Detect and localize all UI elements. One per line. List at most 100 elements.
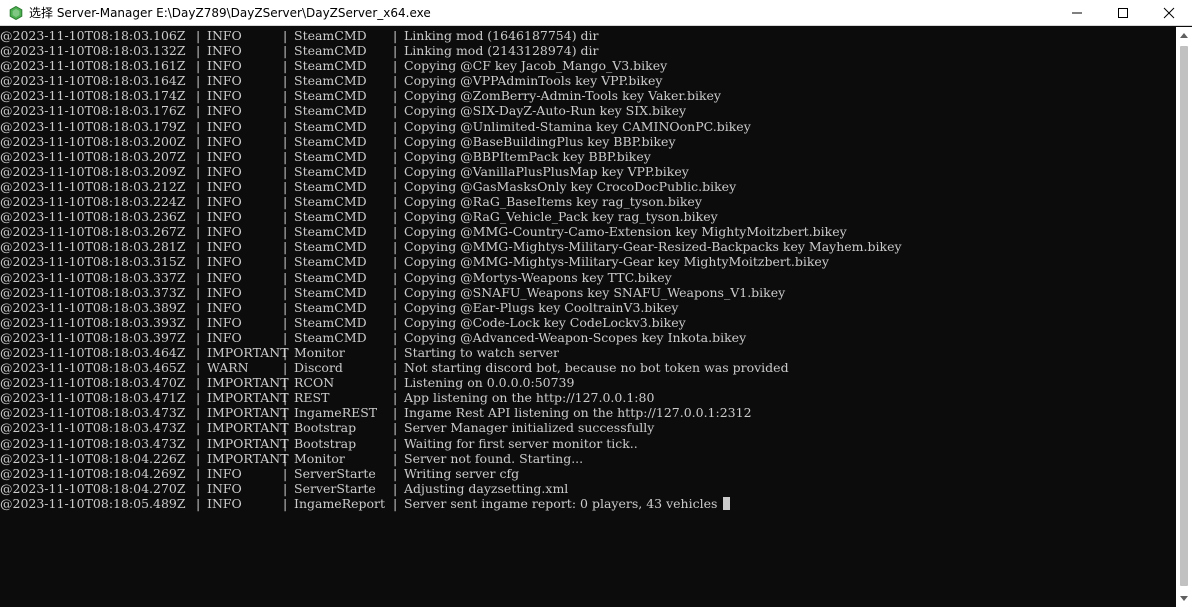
close-button[interactable] xyxy=(1146,0,1192,26)
column-separator: | xyxy=(393,344,398,360)
column-separator: | xyxy=(196,43,201,59)
column-separator: | xyxy=(283,284,288,300)
log-line: @2023-11-10T08:18:03.465Z | WARN | Discord | N… xyxy=(0,360,1176,375)
column-separator: | xyxy=(196,209,201,225)
log-message: Copying @Code-Lock key CodeLockv3.bikey xyxy=(404,314,686,330)
log-timestamp: @2023-11-10T08:18:03.315Z xyxy=(0,254,186,270)
log-level: INFO xyxy=(207,284,242,300)
log-line: @2023-11-10T08:18:03.174Z | INFO | SteamCMD |… xyxy=(0,88,1176,103)
column-separator: | xyxy=(283,465,288,481)
column-separator: | xyxy=(196,163,201,179)
column-separator: | xyxy=(196,314,201,330)
log-timestamp: @2023-11-10T08:18:03.179Z xyxy=(0,118,186,134)
column-separator: | xyxy=(393,329,398,345)
log-timestamp: @2023-11-10T08:18:03.464Z xyxy=(0,344,186,360)
log-source: ServerStarte xyxy=(294,465,376,481)
log-timestamp: @2023-11-10T08:18:03.473Z xyxy=(0,420,186,436)
column-separator: | xyxy=(196,450,201,466)
log-timestamp: @2023-11-10T08:18:03.471Z xyxy=(0,390,186,406)
log-message: Server Manager initialized successfully xyxy=(404,420,655,436)
column-separator: | xyxy=(393,178,398,194)
column-separator: | xyxy=(393,133,398,149)
column-separator: | xyxy=(283,495,288,511)
log-timestamp: @2023-11-10T08:18:03.267Z xyxy=(0,224,186,240)
log-message: Copying @GasMasksOnly key CrocoDocPublic… xyxy=(404,178,737,194)
log-level: IMPORTANT xyxy=(207,375,289,391)
log-line: @2023-11-10T08:18:03.200Z | INFO | SteamCMD |… xyxy=(0,134,1176,149)
column-separator: | xyxy=(196,133,201,149)
log-line: @2023-11-10T08:18:03.161Z | INFO | SteamCMD |… xyxy=(0,58,1176,73)
log-message: Copying @SIX-DayZ-Auto-Run key SIX.bikey xyxy=(404,103,687,119)
log-line: @2023-11-10T08:18:03.471Z | IMPORTANT | REST… xyxy=(0,390,1176,405)
column-separator: | xyxy=(196,254,201,270)
column-separator: | xyxy=(393,435,398,451)
column-separator: | xyxy=(196,420,201,436)
column-separator: | xyxy=(196,405,201,421)
scroll-thumb[interactable] xyxy=(1180,46,1188,586)
log-message: Copying @VanillaPlusPlusMap key VPP.bike… xyxy=(404,163,689,179)
scroll-up-button[interactable] xyxy=(1176,27,1192,44)
log-level: IMPORTANT xyxy=(207,390,289,406)
column-separator: | xyxy=(393,360,398,376)
column-separator: | xyxy=(283,224,288,240)
log-level: IMPORTANT xyxy=(207,420,289,436)
log-source: Bootstrap xyxy=(294,420,357,436)
log-level: INFO xyxy=(207,58,242,74)
column-separator: | xyxy=(283,28,288,43)
log-source: SteamCMD xyxy=(294,284,367,300)
title-bar[interactable]: 选择 Server-Manager E:\DayZ789\DayZServer\… xyxy=(0,0,1192,26)
console-output[interactable]: @2023-11-10T08:18:03.106Z | INFO | SteamCMD |… xyxy=(0,27,1176,607)
log-level: INFO xyxy=(207,269,242,285)
maximize-button[interactable] xyxy=(1100,0,1146,26)
column-separator: | xyxy=(196,390,201,406)
log-level: INFO xyxy=(207,28,242,43)
log-line: @2023-11-10T08:18:04.270Z | INFO | ServerSta… xyxy=(0,481,1176,496)
log-line: @2023-11-10T08:18:03.393Z | INFO | SteamCMD |… xyxy=(0,315,1176,330)
log-line: @2023-11-10T08:18:03.212Z | INFO | SteamCMD |… xyxy=(0,179,1176,194)
column-separator: | xyxy=(283,118,288,134)
log-timestamp: @2023-11-10T08:18:03.393Z xyxy=(0,314,186,330)
column-separator: | xyxy=(196,465,201,481)
log-message: Copying @ZomBerry-Admin-Tools key Vaker.… xyxy=(404,88,721,104)
column-separator: | xyxy=(393,224,398,240)
log-level: INFO xyxy=(207,133,242,149)
log-source: Monitor xyxy=(294,344,345,360)
minimize-button[interactable] xyxy=(1054,0,1100,26)
chevron-down-icon xyxy=(1180,596,1188,601)
log-line: @2023-11-10T08:18:05.489Z | INFO | IngameRep… xyxy=(0,496,1176,511)
column-separator: | xyxy=(283,480,288,496)
column-separator: | xyxy=(393,58,398,74)
column-separator: | xyxy=(196,435,201,451)
log-source: SteamCMD xyxy=(294,254,367,270)
log-source: SteamCMD xyxy=(294,73,367,89)
log-timestamp: @2023-11-10T08:18:03.176Z xyxy=(0,103,186,119)
column-separator: | xyxy=(393,390,398,406)
scroll-down-button[interactable] xyxy=(1176,590,1192,607)
column-separator: | xyxy=(196,344,201,360)
vertical-scrollbar[interactable] xyxy=(1176,27,1192,607)
log-source: SteamCMD xyxy=(294,224,367,240)
log-level: INFO xyxy=(207,103,242,119)
log-timestamp: @2023-11-10T08:18:03.473Z xyxy=(0,405,186,421)
log-source: SteamCMD xyxy=(294,329,367,345)
log-timestamp: @2023-11-10T08:18:03.200Z xyxy=(0,133,186,149)
log-timestamp: @2023-11-10T08:18:03.207Z xyxy=(0,148,186,164)
log-line: @2023-11-10T08:18:03.470Z | IMPORTANT | RCON… xyxy=(0,375,1176,390)
chevron-up-icon xyxy=(1180,33,1188,38)
green-hexagon-icon xyxy=(5,5,27,20)
column-separator: | xyxy=(393,103,398,119)
log-line: @2023-11-10T08:18:03.179Z | INFO | SteamCMD |… xyxy=(0,119,1176,134)
log-source: Monitor xyxy=(294,450,345,466)
column-separator: | xyxy=(283,314,288,330)
column-separator: | xyxy=(393,480,398,496)
column-separator: | xyxy=(283,390,288,406)
log-timestamp: @2023-11-10T08:18:03.174Z xyxy=(0,88,186,104)
last-line-wrapper: Server sent ingame report: 0 players, 43… xyxy=(404,496,731,511)
log-line: @2023-11-10T08:18:03.389Z | INFO | SteamCMD |… xyxy=(0,300,1176,315)
log-source: SteamCMD xyxy=(294,103,367,119)
log-lines: @2023-11-10T08:18:03.106Z | INFO | SteamCMD |… xyxy=(0,28,1176,511)
window-title: 选择 Server-Manager E:\DayZ789\DayZServer\… xyxy=(29,6,431,20)
log-timestamp: @2023-11-10T08:18:03.281Z xyxy=(0,239,186,255)
column-separator: | xyxy=(283,360,288,376)
log-line: @2023-11-10T08:18:03.473Z | IMPORTANT | Inga… xyxy=(0,405,1176,420)
